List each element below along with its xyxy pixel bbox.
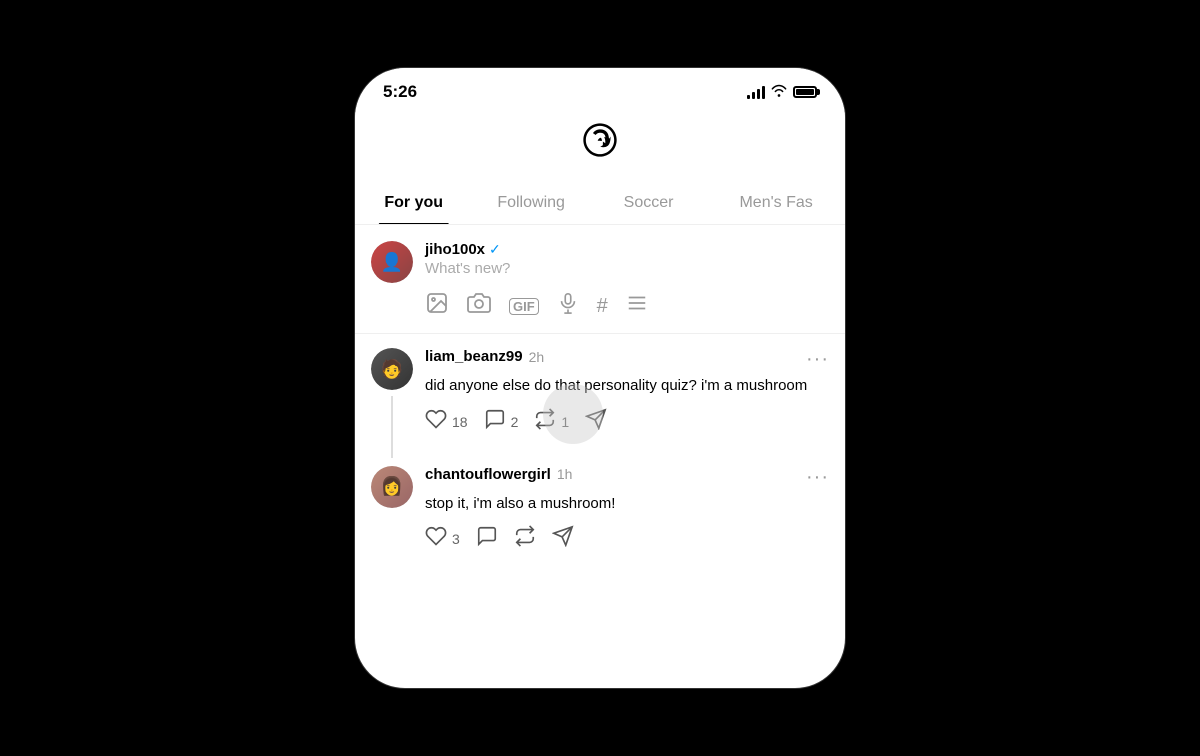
heart-icon-2 <box>425 525 447 553</box>
post-2-left: 👩 <box>371 466 413 576</box>
threads-logo <box>580 120 620 168</box>
post-2-time: 1h <box>557 466 573 482</box>
post-2-comment[interactable] <box>476 525 498 553</box>
camera-icon[interactable] <box>467 291 491 321</box>
share-icon-2 <box>552 525 574 553</box>
post-1-comment-count: 2 <box>511 414 519 430</box>
current-user-avatar: 👤 <box>371 241 413 283</box>
tab-soccer[interactable]: Soccer <box>590 182 707 224</box>
heart-icon <box>425 408 447 436</box>
post-2-right: chantouflowergirl 1h ··· stop it, i'm al… <box>425 466 829 576</box>
new-post-placeholder[interactable]: What's new? <box>425 260 829 277</box>
app-header <box>355 110 845 182</box>
post-2-like-count: 3 <box>452 531 460 547</box>
comment-icon-2 <box>476 525 498 553</box>
phone-frame: 5:26 <box>355 68 845 688</box>
status-bar: 5:26 <box>355 68 845 110</box>
post-2-menu[interactable]: ··· <box>806 466 829 489</box>
image-icon[interactable] <box>425 291 449 321</box>
tab-for-you[interactable]: For you <box>355 182 472 224</box>
post-1-username: liam_beanz99 <box>425 348 523 365</box>
repost-icon-2 <box>514 525 536 553</box>
post-2: 👩 chantouflowergirl 1h ··· stop it, i'm … <box>355 458 845 576</box>
gif-icon[interactable]: GIF <box>509 298 539 315</box>
post-1-actions: 18 2 <box>425 408 829 448</box>
post-1-right: liam_beanz99 2h ··· did anyone else do t… <box>425 348 829 458</box>
post-1-share[interactable] <box>585 408 607 436</box>
post-2-share[interactable] <box>552 525 574 553</box>
tab-following[interactable]: Following <box>472 182 589 224</box>
post-2-like[interactable]: 3 <box>425 525 460 553</box>
battery-icon <box>793 86 817 98</box>
verified-icon: ✓ <box>489 241 501 258</box>
post-1-avatar: 🧑 <box>371 348 413 390</box>
post-2-username: chantouflowergirl <box>425 466 551 483</box>
post-2-actions: 3 <box>425 525 829 565</box>
wifi-icon <box>771 84 787 100</box>
post-1: 🧑 liam_beanz99 2h ··· did anyone else do… <box>355 334 845 458</box>
new-post-username-row: jiho100x ✓ <box>425 241 829 258</box>
status-icons <box>747 84 817 100</box>
menu-lines-icon[interactable] <box>626 292 648 320</box>
post-2-avatar: 👩 <box>371 466 413 508</box>
post-2-header: chantouflowergirl 1h ··· <box>425 466 829 489</box>
mic-icon[interactable] <box>557 291 579 321</box>
post-1-comment[interactable]: 2 <box>484 408 519 436</box>
thread-line-1 <box>391 396 393 458</box>
repost-icon <box>534 408 556 436</box>
feed: 👤 jiho100x ✓ What's new? <box>355 225 845 575</box>
share-icon <box>585 408 607 436</box>
post-1-repost-count: 1 <box>561 414 569 430</box>
post-1-like[interactable]: 18 <box>425 408 468 436</box>
status-time: 5:26 <box>383 82 417 102</box>
post-2-repost[interactable] <box>514 525 536 553</box>
post-1-time: 2h <box>529 349 545 365</box>
post-1-content: did anyone else do that personality quiz… <box>425 375 829 398</box>
post-1-repost[interactable]: 1 <box>534 408 569 436</box>
hashtag-icon[interactable]: # <box>597 295 608 318</box>
tab-mens-fashion[interactable]: Men's Fas <box>707 182 845 224</box>
comment-icon <box>484 408 506 436</box>
new-post-area[interactable]: 👤 jiho100x ✓ What's new? <box>355 225 845 334</box>
post-1-header: liam_beanz99 2h ··· <box>425 348 829 371</box>
new-post-actions: GIF # <box>425 291 829 321</box>
post-1-user-info: liam_beanz99 2h <box>425 348 544 365</box>
post-1-menu[interactable]: ··· <box>806 348 829 371</box>
post-1-like-count: 18 <box>452 414 468 430</box>
new-post-username: jiho100x <box>425 241 485 258</box>
new-post-content: jiho100x ✓ What's new? <box>425 241 829 321</box>
tabs: For you Following Soccer Men's Fas <box>355 182 845 225</box>
post-2-content: stop it, i'm also a mushroom! <box>425 493 829 516</box>
signal-icon <box>747 85 765 99</box>
post-1-left: 🧑 <box>371 348 413 458</box>
post-2-user-info: chantouflowergirl 1h <box>425 466 572 483</box>
